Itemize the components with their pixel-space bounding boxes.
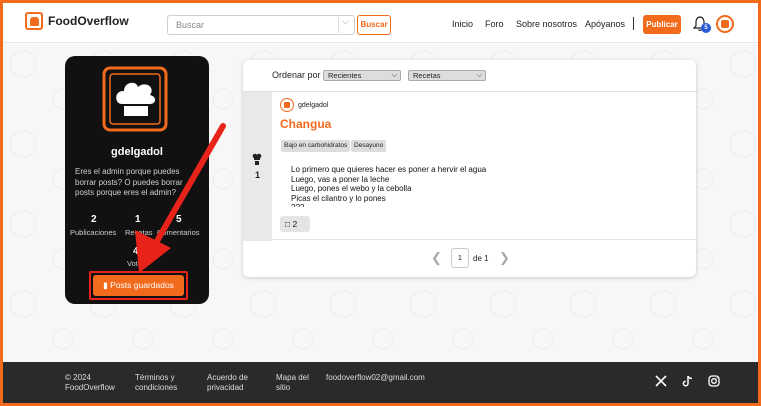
stat-recetas-value: 1	[135, 214, 141, 225]
post-title[interactable]: Changua	[280, 117, 331, 131]
chef-hat-avatar-icon	[102, 66, 168, 132]
post-step: Lo primero que quieres hacer es poner a …	[291, 165, 681, 175]
bookmark-icon: ▮	[103, 280, 108, 290]
search-divider	[338, 17, 339, 33]
feed-panel: Ordenar por Recientes ⌵ Recetas ⌵ 1 gdel…	[243, 60, 696, 277]
post-step: Luego, pones el webo y la cebolla	[291, 184, 681, 194]
stat-comentarios-value: 5	[176, 214, 182, 225]
post-author[interactable]: gdelgadol	[298, 102, 328, 109]
footer-privacy-link[interactable]: Acuerdo de privacidad	[207, 373, 263, 392]
stat-votos-label: Votos	[127, 259, 146, 268]
search-button[interactable]: Buscar	[357, 15, 391, 35]
footer-email-link[interactable]: foodoverflow02@gmail.com	[326, 373, 425, 383]
sort-select-value: Recientes	[328, 71, 362, 80]
comments-button[interactable]: □ 2	[280, 216, 310, 232]
top-navbar: FoodOverflow Buscar ⌵ Buscar Inicio Foro…	[3, 3, 758, 43]
footer-sitemap-link[interactable]: Mapa del sitio	[276, 373, 310, 392]
footer-copyright: © 2024 FoodOverflow	[65, 373, 115, 392]
tiktok-icon[interactable]	[682, 375, 694, 387]
post-step: Picas el cilantro y lo pones	[291, 194, 681, 204]
nav-inicio[interactable]: Inicio	[452, 19, 473, 29]
stat-recetas-label: Recetas	[125, 228, 153, 237]
brand-name: FoodOverflow	[48, 14, 129, 28]
stat-comentarios-label: Comentarios	[157, 228, 200, 237]
post-tag[interactable]: Bajo en carbohidratos	[281, 140, 351, 152]
search-input[interactable]: Buscar	[167, 15, 355, 35]
stat-publicaciones-value: 2	[91, 214, 97, 225]
post-steps-list: Lo primero que quieres hacer es poner a …	[291, 165, 681, 207]
filter-select[interactable]: Recetas ⌵	[408, 70, 486, 81]
next-page-icon[interactable]: ❯	[499, 250, 510, 266]
stat-publicaciones-label: Publicaciones	[70, 228, 117, 237]
profile-card: gdelgadol Eres el admin porque puedes bo…	[65, 56, 209, 304]
profile-bio: Eres el admin porque puedes borrar posts…	[75, 167, 183, 197]
profile-username: gdelgadol	[111, 146, 163, 158]
footer: © 2024 FoodOverflow Términos y condicion…	[3, 362, 758, 403]
user-avatar[interactable]	[716, 15, 734, 33]
page-total: de 1	[473, 254, 489, 263]
comment-icon: □	[285, 219, 291, 229]
chevron-down-icon: ⌵	[391, 72, 397, 79]
chevron-down-icon[interactable]: ⌵	[342, 16, 349, 27]
filter-select-value: Recetas	[413, 71, 441, 80]
sort-select[interactable]: Recientes ⌵	[323, 70, 401, 81]
post-step: ???	[291, 203, 681, 207]
footer-terms-link[interactable]: Términos y condiciones	[135, 373, 195, 392]
brand-logo[interactable]: FoodOverflow	[25, 12, 129, 30]
post-step: Luego, vas a poner la leche	[291, 175, 681, 185]
saved-posts-label: Posts guardados	[110, 280, 174, 290]
nav-divider	[633, 17, 634, 30]
chef-vote-icon[interactable]	[252, 153, 262, 165]
x-twitter-icon[interactable]	[655, 375, 667, 387]
vote-column: 1	[243, 92, 272, 241]
saved-posts-button[interactable]: ▮ Posts guardados	[93, 275, 184, 296]
post-tag[interactable]: Desayuno	[351, 140, 387, 152]
page-number-input[interactable]: 1	[451, 248, 469, 268]
notification-badge: 5	[701, 23, 711, 33]
prev-page-icon[interactable]: ❮	[431, 250, 442, 266]
instagram-icon[interactable]	[708, 375, 720, 387]
post-author-avatar[interactable]	[280, 98, 294, 112]
publish-button[interactable]: Publicar	[643, 15, 681, 34]
nav-foro[interactable]: Foro	[485, 19, 504, 29]
nav-sobre-nosotros[interactable]: Sobre nosotros	[516, 19, 577, 29]
comments-count: 2	[292, 219, 298, 229]
stat-votos-value: 4	[133, 246, 139, 257]
chef-hat-logo-icon	[25, 12, 43, 30]
sort-label: Ordenar por	[272, 70, 321, 80]
nav-apoyanos[interactable]: Apóyanos	[585, 19, 625, 29]
chevron-down-icon: ⌵	[476, 72, 482, 79]
vote-count: 1	[254, 170, 260, 180]
post-card[interactable]: 1 gdelgadol Changua Bajo en carbohidrato…	[243, 91, 696, 241]
